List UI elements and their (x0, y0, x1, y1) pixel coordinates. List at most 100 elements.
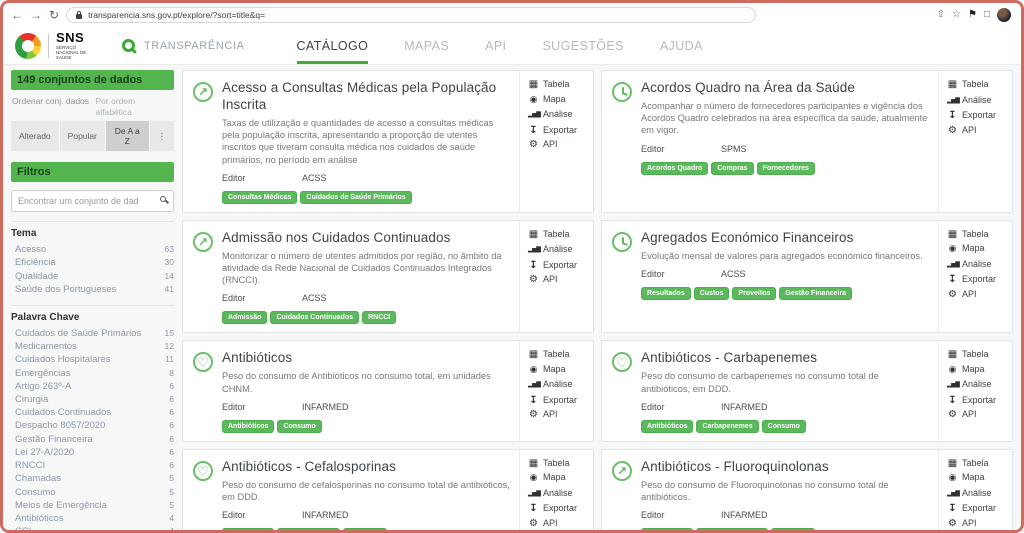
tag-badge[interactable]: Custos (694, 287, 730, 300)
dataset-title[interactable]: Acesso a Consultas Médicas pela Populaçã… (222, 80, 511, 114)
editor-value[interactable]: INFARMED (721, 402, 768, 412)
tag-badge[interactable]: Gestão Financeira (779, 287, 852, 300)
sns-brand[interactable]: SNS SERVIÇO NACIONAL DE SAÚDE (56, 32, 100, 60)
tag-badge[interactable]: Cefalosporinas (277, 528, 340, 530)
tag-badge[interactable]: Cuidados de Saúde Primários (300, 191, 411, 204)
action-link[interactable]: Exportar (947, 395, 1010, 406)
editor-value[interactable]: SPMS (721, 144, 747, 154)
facet-item[interactable]: Saúde dos Portugueses 41 (11, 283, 174, 296)
tag-badge[interactable]: Consumo (277, 420, 321, 433)
action-link[interactable]: API (528, 518, 591, 529)
share-icon[interactable]: ⇧ (937, 9, 945, 21)
extension-icon[interactable]: □ (984, 9, 990, 21)
app-name[interactable]: TRANSPARÊNCIA (144, 40, 245, 52)
action-link[interactable]: Tabela (528, 229, 591, 240)
tag-badge[interactable]: RNCCI (362, 311, 396, 324)
facet-item[interactable]: Gestão Financeira 6 (11, 433, 174, 446)
facet-item[interactable]: Cuidados de Saúde Primários 15 (11, 327, 174, 340)
tag-badge[interactable]: Proveitos (732, 287, 776, 300)
action-link[interactable]: Mapa (947, 243, 1010, 254)
action-link[interactable]: Análise (528, 108, 591, 121)
sort-button[interactable]: ⋮ (150, 121, 175, 151)
action-link[interactable]: API (947, 289, 1010, 300)
facet-item[interactable]: Qualidade 14 (11, 270, 174, 283)
editor-value[interactable]: INFARMED (721, 510, 768, 520)
action-link[interactable]: Tabela (528, 458, 591, 469)
facet-item[interactable]: Artigo 263º-A 6 (11, 380, 174, 393)
facet-item[interactable]: Despacho 8057/2020 6 (11, 419, 174, 432)
tag-badge[interactable]: Admissão (222, 311, 267, 324)
facet-item[interactable]: Cuidados Hospitalares 11 (11, 353, 174, 366)
editor-value[interactable]: ACSS (302, 293, 327, 303)
action-link[interactable]: Mapa (947, 472, 1010, 483)
action-link[interactable]: Tabela (947, 349, 1010, 360)
nav-item[interactable]: SUGESTÕES (542, 27, 623, 64)
facet-item[interactable]: Lei 27-A/2020 6 (11, 446, 174, 459)
dataset-title[interactable]: Antibióticos - Carbapenemes (641, 350, 930, 367)
action-link[interactable]: Exportar (528, 395, 591, 406)
tag-badge[interactable]: Acordos Quadro (641, 162, 708, 175)
action-link[interactable]: Exportar (947, 110, 1010, 121)
forward-icon[interactable]: → (30, 9, 42, 21)
tag-badge[interactable]: Antibióticos (641, 420, 693, 433)
sns-logo-icon[interactable] (15, 33, 41, 59)
action-link[interactable]: Mapa (947, 364, 1010, 375)
action-link[interactable]: Exportar (528, 260, 591, 271)
action-link[interactable]: Exportar (947, 274, 1010, 285)
editor-value[interactable]: ACSS (721, 269, 746, 279)
facet-item[interactable]: Antibióticos 4 (11, 512, 174, 525)
facet-item[interactable]: Cirurgia 6 (11, 393, 174, 406)
tag-badge[interactable]: Resultados (641, 287, 691, 300)
action-link[interactable]: Análise (947, 487, 1010, 500)
dataset-title[interactable]: Acordos Quadro na Área da Saúde (641, 80, 930, 97)
facet-item[interactable]: RNCCI 6 (11, 459, 174, 472)
tag-badge[interactable]: Antibióticos (641, 528, 693, 530)
facet-item[interactable]: Medicamentos 12 (11, 340, 174, 353)
tag-badge[interactable]: Compras (711, 162, 753, 175)
tag-badge[interactable]: Fornecedores (757, 162, 815, 175)
tag-badge[interactable]: Consumo (762, 420, 806, 433)
profile-avatar[interactable] (997, 8, 1011, 22)
editor-value[interactable]: INFARMED (302, 510, 349, 520)
tag-badge[interactable]: Fluoroquinolonas (696, 528, 767, 530)
back-icon[interactable]: ← (11, 9, 23, 21)
tag-badge[interactable]: Carbapenemes (696, 420, 758, 433)
action-link[interactable]: Tabela (528, 79, 591, 90)
dataset-title[interactable]: Admissão nos Cuidados Continuados (222, 230, 511, 247)
action-link[interactable]: API (528, 409, 591, 420)
reload-icon[interactable]: ↻ (49, 9, 59, 21)
search-logo-icon[interactable] (122, 39, 135, 52)
action-link[interactable]: Análise (528, 378, 591, 391)
action-link[interactable]: API (947, 125, 1010, 136)
facet-item[interactable]: Chamadas 5 (11, 472, 174, 485)
action-link[interactable]: Exportar (528, 125, 591, 136)
action-link[interactable]: Análise (947, 94, 1010, 107)
action-link[interactable]: API (528, 274, 591, 285)
tag-badge[interactable]: Cuidados Continuados (270, 311, 359, 324)
action-link[interactable]: API (528, 139, 591, 150)
address-bar[interactable]: transparencia.sns.gov.pt/explore/?sort=t… (66, 7, 756, 23)
facet-item[interactable]: Meios de Emergência 5 (11, 499, 174, 512)
sort-button[interactable]: De A a Z (106, 121, 149, 151)
action-link[interactable]: Tabela (947, 229, 1010, 240)
facet-item[interactable]: Eficiência 30 (11, 256, 174, 269)
facet-item[interactable]: CCI 4 (11, 525, 174, 530)
facet-item[interactable]: Emergências 8 (11, 367, 174, 380)
nav-item[interactable]: API (485, 27, 506, 64)
action-link[interactable]: Tabela (947, 79, 1010, 90)
editor-value[interactable]: INFARMED (302, 402, 349, 412)
tag-badge[interactable]: Consumo (343, 528, 387, 530)
action-link[interactable]: Tabela (528, 349, 591, 360)
dataset-title[interactable]: Antibióticos - Cefalosporinas (222, 459, 511, 476)
action-link[interactable]: Análise (947, 378, 1010, 391)
action-link[interactable]: Mapa (528, 472, 591, 483)
action-link[interactable]: Exportar (947, 503, 1010, 514)
action-link[interactable]: Análise (528, 243, 591, 256)
tag-badge[interactable]: Consumo (771, 528, 815, 530)
facet-item[interactable]: Cuidados Continuados 6 (11, 406, 174, 419)
facet-item[interactable]: Consumo 5 (11, 486, 174, 499)
action-link[interactable]: Análise (947, 258, 1010, 271)
editor-value[interactable]: ACSS (302, 173, 327, 183)
action-link[interactable]: Análise (528, 487, 591, 500)
action-link[interactable]: Exportar (528, 503, 591, 514)
